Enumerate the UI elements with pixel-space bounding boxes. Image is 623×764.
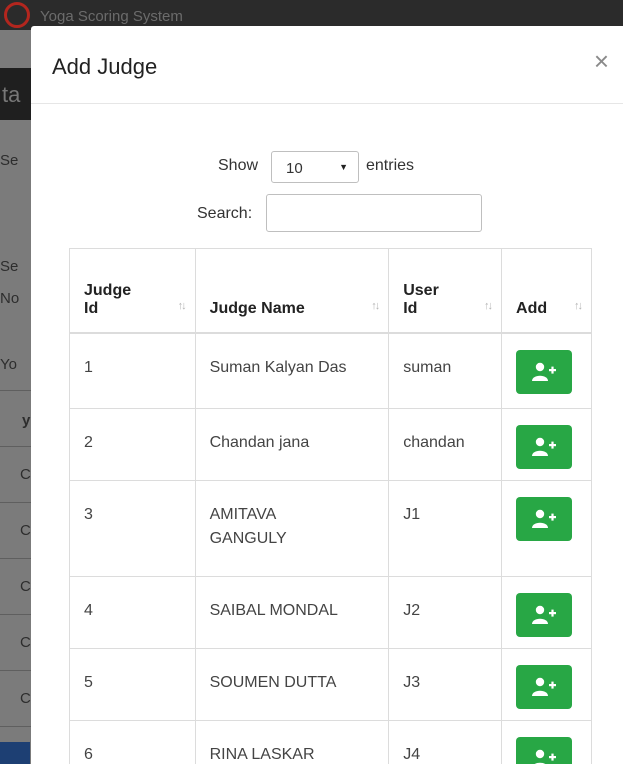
table-row: 1 Suman Kalyan Das suman — [69, 332, 592, 409]
entries-select-value: 10 — [286, 160, 303, 177]
background-divider — [0, 558, 32, 559]
header-user-id-line2: Id — [403, 299, 418, 317]
background-text: C — [20, 634, 31, 651]
add-judge-button[interactable] — [516, 425, 573, 469]
modal-title: Add Judge — [52, 54, 158, 79]
judges-table: Judge Id ↑↓ Judge Name ↑↓ User Id ↑↓ Add… — [69, 248, 592, 764]
header-judge-id-line1: Judge — [84, 281, 132, 299]
background-text: Se — [0, 258, 19, 275]
table-row: 4 SAIBAL MONDAL J2 — [69, 576, 592, 649]
header-user-id[interactable]: User Id ↑↓ — [388, 248, 503, 334]
background-divider — [0, 670, 32, 671]
background-divider — [0, 390, 32, 391]
show-label: Show — [218, 157, 259, 174]
add-judge-button[interactable] — [516, 497, 573, 541]
cell-add — [501, 480, 592, 577]
cell-judge-id: 2 — [69, 408, 196, 481]
cell-add — [501, 408, 592, 481]
background-button — [0, 742, 30, 764]
cell-add — [501, 576, 592, 649]
background-divider — [0, 446, 32, 447]
cell-judge-name: Suman Kalyan Das — [194, 332, 390, 409]
cell-judge-name: SAIBAL MONDAL — [194, 576, 390, 649]
cell-judge-name: RINA LASKAR — [194, 720, 390, 764]
close-icon[interactable]: × — [594, 48, 609, 74]
background-divider — [0, 726, 32, 727]
table-row: 5 SOUMEN DUTTA J3 — [69, 648, 592, 721]
sort-arrows-icon: ↑↓ — [574, 299, 583, 312]
sort-arrows-icon: ↑↓ — [371, 299, 380, 312]
add-judge-button[interactable] — [516, 593, 573, 637]
user-plus-icon — [534, 749, 557, 764]
user-plus-icon — [532, 362, 557, 381]
add-judge-button[interactable] — [516, 665, 573, 709]
cell-judge-id: 1 — [69, 332, 196, 409]
background-header-text: ta — [2, 82, 21, 107]
header-add[interactable]: Add ↑↓ — [501, 248, 592, 334]
background-text: No — [0, 290, 20, 307]
background-divider — [0, 502, 32, 503]
cell-add — [501, 332, 592, 409]
cell-judge-id: 3 — [69, 480, 196, 577]
header-judge-name[interactable]: Judge Name ↑↓ — [194, 248, 390, 334]
chevron-down-icon: ▼ — [339, 162, 348, 172]
add-judge-button[interactable] — [516, 349, 573, 394]
table-row: 3 AMITAVA GANGULY J1 — [69, 480, 592, 577]
modal-header: Add Judge × — [31, 26, 623, 104]
background-divider — [0, 614, 32, 615]
table-row: 2 Chandan jana chandan — [69, 408, 592, 481]
app-title: Yoga Scoring System — [40, 8, 183, 25]
search-input[interactable] — [266, 194, 482, 232]
background-text: C — [20, 522, 31, 539]
background-text: C — [20, 466, 31, 483]
cell-judge-id: 5 — [69, 648, 196, 721]
entries-label: entries — [366, 157, 415, 174]
user-plus-icon — [532, 437, 557, 456]
cell-judge-id: 6 — [69, 720, 196, 764]
header-user-id-line1: User — [403, 281, 439, 299]
background-text: y — [22, 412, 31, 429]
cell-user-id: J2 — [388, 576, 503, 649]
background-text: C — [20, 578, 31, 595]
add-judge-button[interactable] — [516, 737, 573, 764]
user-plus-icon — [532, 605, 557, 624]
cell-user-id: J4 — [388, 720, 503, 764]
cell-judge-id: 4 — [69, 576, 196, 649]
header-add-label: Add — [516, 299, 548, 317]
add-judge-modal: Add Judge × Show entries 10 ▼ Search: Ju… — [31, 26, 623, 764]
user-plus-icon — [532, 509, 557, 528]
cell-add — [501, 720, 592, 764]
header-judge-id[interactable]: Judge Id ↑↓ — [69, 248, 196, 334]
header-judge-name-label: Judge Name — [209, 299, 305, 317]
header-judge-id-line2: Id — [84, 299, 99, 317]
cell-user-id: J1 — [388, 480, 503, 577]
sort-arrows-icon: ↑↓ — [484, 299, 493, 312]
background-text: Se — [0, 152, 19, 169]
table-header-row: Judge Id ↑↓ Judge Name ↑↓ User Id ↑↓ Add… — [69, 248, 592, 334]
cell-judge-name: Chandan jana — [194, 408, 390, 481]
cell-user-id: suman — [388, 332, 503, 409]
table-row: 6 RINA LASKAR J4 — [69, 720, 592, 764]
cell-user-id: J3 — [388, 648, 503, 721]
sort-arrows-icon: ↑↓ — [177, 299, 187, 312]
app-logo-icon — [4, 2, 30, 28]
cell-add — [501, 648, 592, 721]
background-text: C — [20, 690, 31, 707]
cell-judge-name: SOUMEN DUTTA — [194, 648, 390, 721]
cell-judge-name: AMITAVA GANGULY — [194, 480, 390, 577]
search-label: Search: — [197, 205, 253, 222]
entries-select[interactable]: 10 ▼ — [271, 151, 359, 183]
background-text: Yo — [0, 356, 17, 373]
cell-user-id: chandan — [388, 408, 503, 481]
user-plus-icon — [532, 677, 557, 696]
